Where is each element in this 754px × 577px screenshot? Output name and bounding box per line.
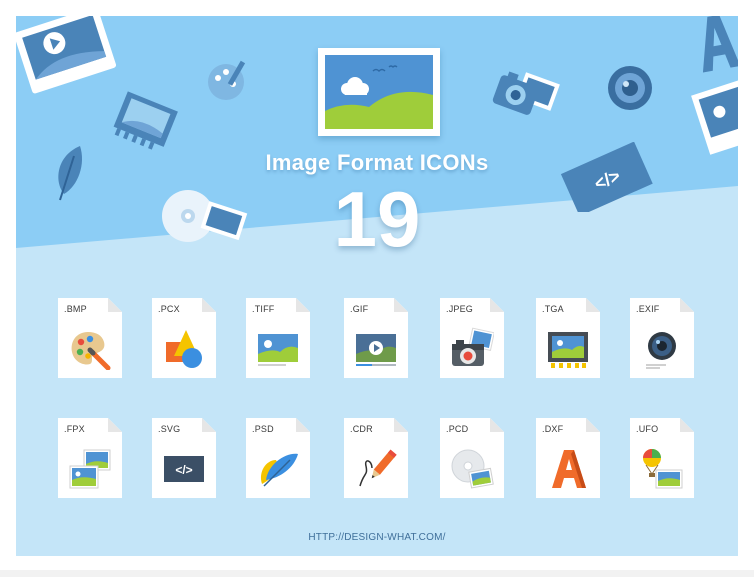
file-ext-label: .PCD: [446, 424, 469, 434]
file-ext-label: .PCX: [158, 304, 180, 314]
file-ext-label: .EXIF: [636, 304, 660, 314]
palette-icon: [71, 332, 111, 370]
landscape-icon: [258, 334, 298, 366]
camera-icon: [452, 327, 494, 366]
pencil-icon: [359, 449, 397, 487]
file-card-gif[interactable]: .GIF: [344, 298, 408, 378]
svg-text:</>: </>: [175, 463, 192, 477]
letter-a-icon: [552, 450, 586, 488]
file-card-exif[interactable]: .EXIF: [630, 298, 694, 378]
lens-icon: [646, 332, 676, 369]
balloon-photo-icon: [643, 449, 683, 489]
file-card-svg[interactable]: .SVG </>: [152, 418, 216, 498]
video-play-icon: [356, 334, 396, 366]
film-strip-icon: [113, 91, 178, 150]
file-ext-label: .FPX: [64, 424, 85, 434]
hero-picture: [318, 48, 440, 136]
camera-icon: [492, 71, 560, 115]
file-ext-label: .CDR: [350, 424, 373, 434]
film-frame-icon: [548, 332, 588, 368]
poster-title: Image Format ICONs: [265, 150, 489, 175]
file-ext-label: .TIFF: [252, 304, 275, 314]
file-card-bmp[interactable]: .BMP: [58, 298, 122, 378]
file-card-pcd[interactable]: .PCD: [440, 418, 504, 498]
feather-icon: [260, 453, 298, 487]
shapes-icon: [166, 330, 202, 368]
file-ext-label: .JPEG: [446, 304, 474, 314]
photo-frame-play-icon: [16, 16, 116, 94]
poster: </> Image Format ICONs 19 .BMP .PCX .TIF…: [16, 16, 738, 556]
file-card-ufo[interactable]: .UFO: [630, 418, 694, 498]
file-card-cdr[interactable]: .CDR: [344, 418, 408, 498]
disc-photo-icon: [451, 449, 494, 489]
landscape-illustration: [325, 55, 433, 129]
footer-url[interactable]: HTTP://DESIGN-WHAT.COM/: [16, 532, 738, 543]
icon-count: 19: [333, 175, 421, 263]
file-ext-label: .TGA: [542, 304, 564, 314]
file-ext-label: .DXF: [542, 424, 564, 434]
page-bottom-strip: [0, 570, 754, 577]
file-card-jpeg[interactable]: .JPEG: [440, 298, 504, 378]
file-ext-label: .GIF: [350, 304, 369, 314]
file-card-pcx[interactable]: .PCX: [152, 298, 216, 378]
file-card-psd[interactable]: .PSD: [246, 418, 310, 498]
file-card-tga[interactable]: .TGA: [536, 298, 600, 378]
code-icon: </>: [164, 456, 204, 482]
palette-brush-icon: [208, 60, 246, 100]
file-card-dxf[interactable]: .DXF: [536, 418, 600, 498]
file-ext-label: .UFO: [636, 424, 659, 434]
stacked-photos-icon: [69, 449, 111, 489]
file-card-fpx[interactable]: .FPX: [58, 418, 122, 498]
file-ext-label: .PSD: [252, 424, 274, 434]
file-card-tiff[interactable]: .TIFF: [246, 298, 310, 378]
file-ext-label: .SVG: [158, 424, 181, 434]
lens-icon: [608, 66, 652, 110]
file-ext-label: .BMP: [64, 304, 87, 314]
letter-a-icon: [702, 16, 738, 73]
